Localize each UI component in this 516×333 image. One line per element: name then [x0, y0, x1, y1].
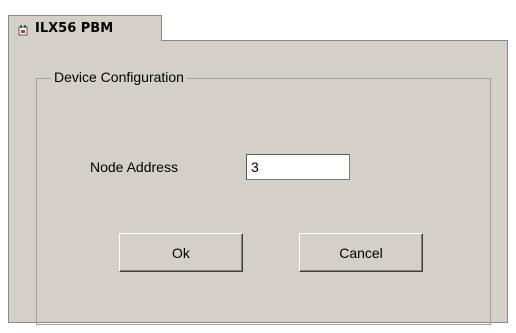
- tab-ilx56-pbm[interactable]: ILX56 PBM: [8, 15, 162, 41]
- tab-label: ILX56 PBM: [35, 21, 114, 36]
- tab-panel: Device Configuration Node Address Ok Can…: [8, 40, 508, 325]
- config-window: ILX56 PBM Device Configuration Node Addr…: [0, 0, 516, 333]
- groupbox-title: Device Configuration: [51, 69, 187, 85]
- device-configuration-groupbox: Device Configuration: [36, 69, 491, 325]
- node-address-label: Node Address: [90, 159, 178, 175]
- cancel-button[interactable]: Cancel: [299, 233, 423, 272]
- node-address-input[interactable]: [246, 154, 350, 180]
- module-icon: [18, 23, 28, 36]
- ok-button[interactable]: Ok: [119, 233, 243, 272]
